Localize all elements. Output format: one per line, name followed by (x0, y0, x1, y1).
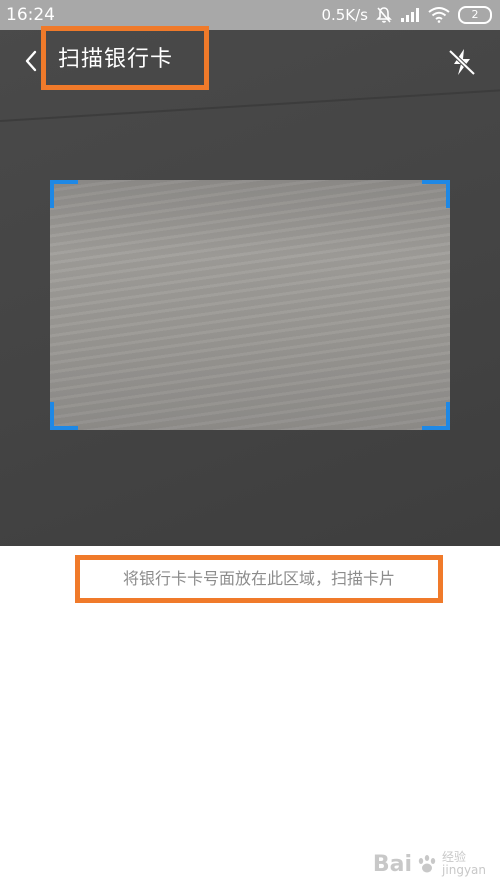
wifi-icon (428, 7, 450, 23)
watermark-sub: 经验 jingyan (442, 851, 486, 877)
watermark-sub-top: 经验 (442, 850, 467, 864)
scan-corner-top-right (422, 180, 450, 208)
scan-corner-bottom-right (422, 402, 450, 430)
background-seam (0, 88, 500, 122)
scan-corner-bottom-left (50, 402, 78, 430)
status-time: 16:24 (6, 5, 55, 25)
watermark-brand: Bai (372, 851, 413, 877)
network-speed: 0.5K/s (321, 6, 368, 24)
signal-icon (401, 8, 419, 22)
title-highlight-box (41, 26, 209, 90)
status-icons: 0.5K/s 2 (321, 4, 492, 26)
mute-icon (376, 7, 392, 23)
paw-icon (418, 855, 436, 873)
battery-icon: 2 (458, 6, 492, 24)
baidu-watermark: Bai 经验 jingyan (373, 851, 486, 877)
hint-highlight-box (75, 555, 443, 603)
flash-off-icon[interactable] (446, 46, 478, 78)
watermark-sub-bottom: jingyan (442, 863, 486, 877)
scan-area (50, 180, 450, 430)
scan-corner-top-left (50, 180, 78, 208)
